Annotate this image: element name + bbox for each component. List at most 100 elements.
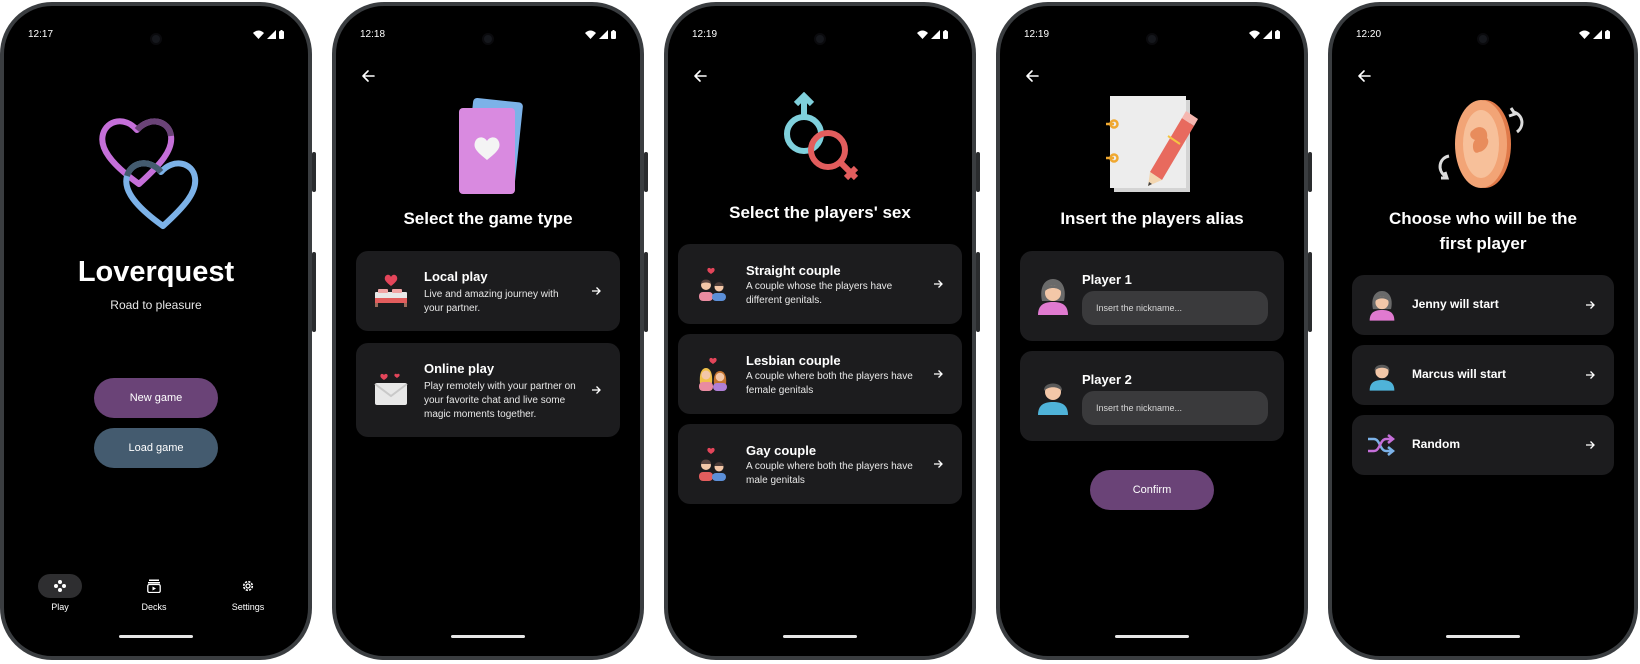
page-title: Insert the players alias bbox=[1060, 209, 1244, 228]
first-player-screen: 12:20 Choose who will be the first playe… bbox=[1332, 6, 1634, 656]
option-label: Random bbox=[1412, 437, 1460, 451]
gesture-bar bbox=[1115, 635, 1189, 638]
nav-item-decks[interactable]: Decks bbox=[124, 574, 184, 612]
sex-card-gay[interactable]: Gay couple A couple where both the playe… bbox=[678, 424, 962, 504]
bed-heart-icon bbox=[375, 274, 407, 307]
card-title: Lesbian couple bbox=[746, 353, 841, 368]
option-label: Jenny will start bbox=[1412, 297, 1499, 311]
wifi-icon bbox=[585, 30, 596, 39]
player-2-card: Player 2 Insert the nickname... bbox=[1020, 351, 1284, 441]
arrow-right-icon bbox=[592, 386, 601, 394]
player-1-card: Player 1 Insert the nickname... bbox=[1020, 251, 1284, 341]
status-time: 12:19 bbox=[1024, 29, 1050, 40]
straight-couple-icon bbox=[699, 267, 726, 301]
game-type-screen: 12:18 Select the game type Local play Li… bbox=[336, 6, 640, 656]
battery-icon bbox=[611, 30, 616, 39]
front-camera bbox=[150, 33, 162, 45]
arrow-right-icon bbox=[1586, 301, 1595, 309]
nav-label-play: Play bbox=[51, 602, 69, 612]
card-description: Live and amazing journey with your partn… bbox=[424, 289, 559, 314]
signal-icon bbox=[1263, 30, 1272, 39]
option-marcus-starts[interactable]: Marcus will start bbox=[1352, 345, 1614, 405]
players-sex-screen: 12:19 Select the players' sex Straight c… bbox=[668, 6, 972, 656]
arrow-right-icon bbox=[934, 460, 943, 468]
confirm-button[interactable]: Confirm bbox=[1090, 470, 1214, 510]
shuffle-icon bbox=[1368, 434, 1396, 456]
load-game-button[interactable]: Load game bbox=[94, 428, 218, 468]
decks-icon bbox=[147, 579, 161, 593]
status-time: 12:17 bbox=[28, 29, 54, 40]
man-avatar-icon bbox=[1369, 364, 1395, 391]
gay-couple-icon bbox=[699, 447, 726, 481]
arrow-right-icon bbox=[934, 370, 943, 378]
players-alias-screen: 12:19 Insert the players alias Player 1 … bbox=[1000, 6, 1304, 656]
bottom-navigation: Play Decks Settings bbox=[4, 574, 308, 618]
player-1-nickname-input[interactable]: Insert the nickname... bbox=[1082, 291, 1268, 325]
man-avatar-icon bbox=[1038, 383, 1068, 415]
coin-flip-icon bbox=[1332, 94, 1634, 194]
nav-label-decks: Decks bbox=[141, 602, 167, 612]
nav-item-play[interactable]: Play bbox=[30, 574, 90, 612]
signal-icon bbox=[267, 30, 276, 39]
page-title-line1: Choose who will be the bbox=[1389, 209, 1577, 228]
front-camera bbox=[814, 33, 826, 45]
option-jenny-starts[interactable]: Jenny will start bbox=[1352, 275, 1614, 335]
wifi-icon bbox=[1579, 30, 1590, 39]
game-type-card-local[interactable]: Local play Live and amazing journey with… bbox=[356, 251, 620, 331]
back-arrow-icon[interactable] bbox=[690, 66, 710, 86]
signal-icon bbox=[931, 30, 940, 39]
phone-frame-players-alias: 12:19 Insert the players alias Player 1 … bbox=[996, 2, 1312, 660]
nav-label-settings: Settings bbox=[231, 602, 265, 612]
option-label: Marcus will start bbox=[1412, 367, 1507, 381]
gamepad-icon bbox=[54, 580, 66, 592]
back-arrow-icon[interactable] bbox=[358, 66, 378, 86]
front-camera bbox=[1146, 33, 1158, 45]
new-game-button[interactable]: New game bbox=[94, 378, 218, 418]
arrow-right-icon bbox=[1586, 441, 1595, 449]
back-arrow-icon[interactable] bbox=[1022, 66, 1042, 86]
player-label: Player 2 bbox=[1082, 372, 1132, 387]
logo-hearts-icon bbox=[4, 106, 308, 236]
battery-icon bbox=[279, 30, 284, 39]
gesture-bar bbox=[119, 635, 193, 638]
screenshots-stage: 12:17 Loverquest Road to pleasure New ga… bbox=[0, 0, 1640, 664]
battery-icon bbox=[1275, 30, 1280, 39]
gesture-bar bbox=[1446, 635, 1520, 638]
card-description: A couple where both the players have fem… bbox=[746, 371, 913, 396]
phone-frame-home: 12:17 Loverquest Road to pleasure New ga… bbox=[0, 2, 316, 660]
page-title-line2: first player bbox=[1439, 234, 1527, 253]
sex-card-lesbian[interactable]: Lesbian couple A couple where both the p… bbox=[678, 334, 962, 414]
wifi-icon bbox=[1249, 30, 1260, 39]
app-subtitle: Road to pleasure bbox=[110, 298, 202, 312]
player-2-nickname-input[interactable]: Insert the nickname... bbox=[1082, 391, 1268, 425]
sex-card-straight[interactable]: Straight couple A couple whose the playe… bbox=[678, 244, 962, 324]
arrow-right-icon bbox=[592, 287, 601, 295]
page-title: Select the players' sex bbox=[729, 203, 911, 222]
nav-item-settings[interactable]: Settings bbox=[218, 574, 278, 612]
card-title: Local play bbox=[424, 269, 488, 284]
gear-icon bbox=[242, 580, 254, 592]
wifi-icon bbox=[917, 30, 928, 39]
status-time: 12:19 bbox=[692, 29, 718, 40]
card-description: A couple where both the players have mal… bbox=[746, 461, 913, 486]
gesture-bar bbox=[783, 635, 857, 638]
option-random[interactable]: Random bbox=[1352, 415, 1614, 475]
gesture-bar bbox=[451, 635, 525, 638]
phone-frame-first-player: 12:20 Choose who will be the first playe… bbox=[1328, 2, 1638, 660]
phone-frame-players-sex: 12:19 Select the players' sex Straight c… bbox=[664, 2, 980, 660]
home-screen: 12:17 Loverquest Road to pleasure New ga… bbox=[4, 6, 308, 656]
card-title: Straight couple bbox=[746, 263, 841, 278]
back-arrow-icon[interactable] bbox=[1354, 66, 1374, 86]
game-type-card-online[interactable]: Online play Play remotely with your part… bbox=[356, 343, 620, 437]
arrow-right-icon bbox=[934, 280, 943, 288]
page-title: Select the game type bbox=[403, 209, 573, 228]
app-title: Loverquest bbox=[77, 256, 235, 288]
card-description: Play remotely with your partner on your … bbox=[424, 381, 576, 420]
battery-icon bbox=[943, 30, 948, 39]
playing-cards-icon bbox=[336, 96, 640, 196]
front-camera bbox=[482, 33, 494, 45]
wifi-icon bbox=[253, 30, 264, 39]
gender-symbols-icon bbox=[668, 92, 972, 192]
signal-icon bbox=[1593, 30, 1602, 39]
woman-avatar-icon bbox=[1038, 279, 1068, 315]
